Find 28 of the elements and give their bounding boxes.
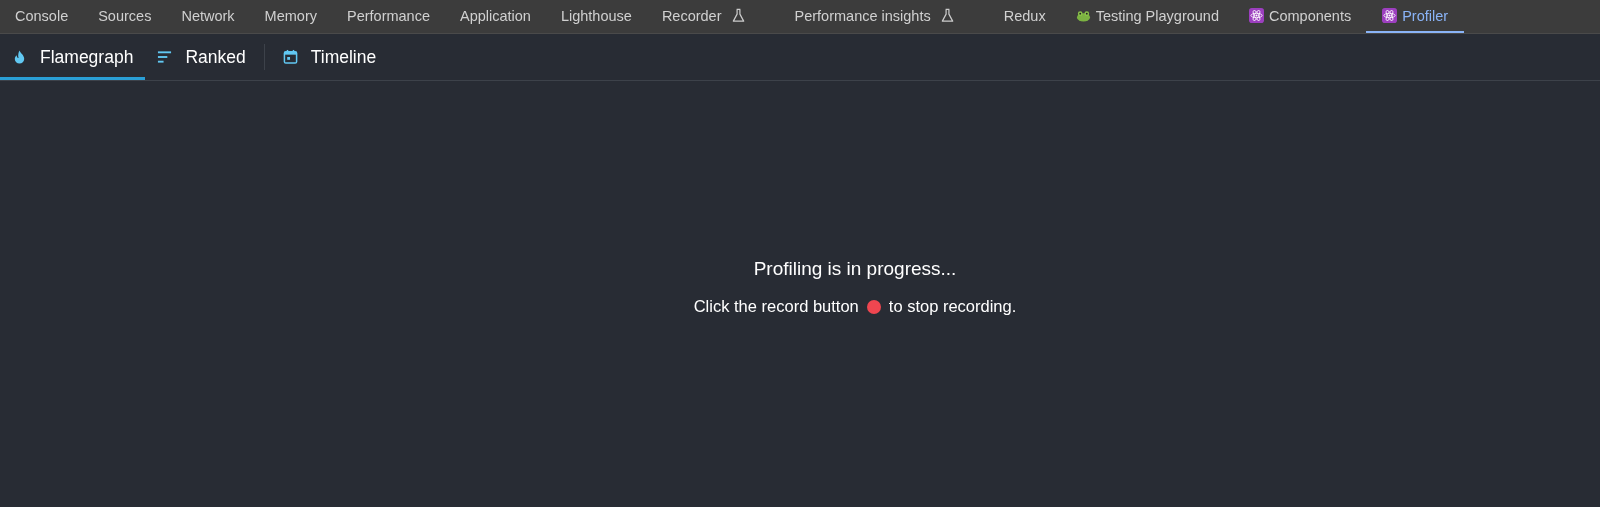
devtools-tab[interactable]: Lighthouse [545, 0, 647, 33]
devtools-tab[interactable]: Network [166, 0, 250, 33]
status-text: Click the record button [693, 297, 859, 316]
devtools-tab[interactable]: Memory [249, 0, 332, 33]
flame-icon [12, 49, 27, 65]
view-tab[interactable]: Ranked [145, 34, 258, 80]
frog-icon [1075, 8, 1091, 23]
atom-icon [1248, 8, 1264, 23]
view-tab[interactable]: Flamegraph [0, 34, 146, 80]
devtools-tab[interactable]: Profiler [1366, 0, 1465, 33]
devtools-tab[interactable]: Recorder [646, 0, 780, 33]
devtools-tab[interactable]: Application [445, 0, 546, 33]
bars-icon [157, 49, 173, 65]
devtools-tab[interactable]: Redux [988, 0, 1061, 33]
flask-icon [939, 8, 955, 23]
view-tab[interactable]: Timeline [270, 34, 389, 80]
devtools-tab[interactable]: Sources [83, 0, 167, 33]
status-text: to stop recording. [888, 297, 1017, 316]
devtools-tab[interactable]: Testing Playground [1060, 0, 1234, 33]
devtools-tab[interactable]: Components [1233, 0, 1367, 33]
record-icon [866, 299, 881, 314]
status-title: Profiling is in progress... [753, 258, 957, 280]
calendar-icon [282, 49, 298, 65]
flask-icon [730, 8, 746, 23]
devtools-tab[interactable]: Performance [331, 0, 445, 33]
devtools-tab[interactable]: Performance insights [779, 0, 989, 33]
devtools-tab[interactable]: Console [0, 0, 84, 33]
atom-icon [1382, 8, 1398, 23]
